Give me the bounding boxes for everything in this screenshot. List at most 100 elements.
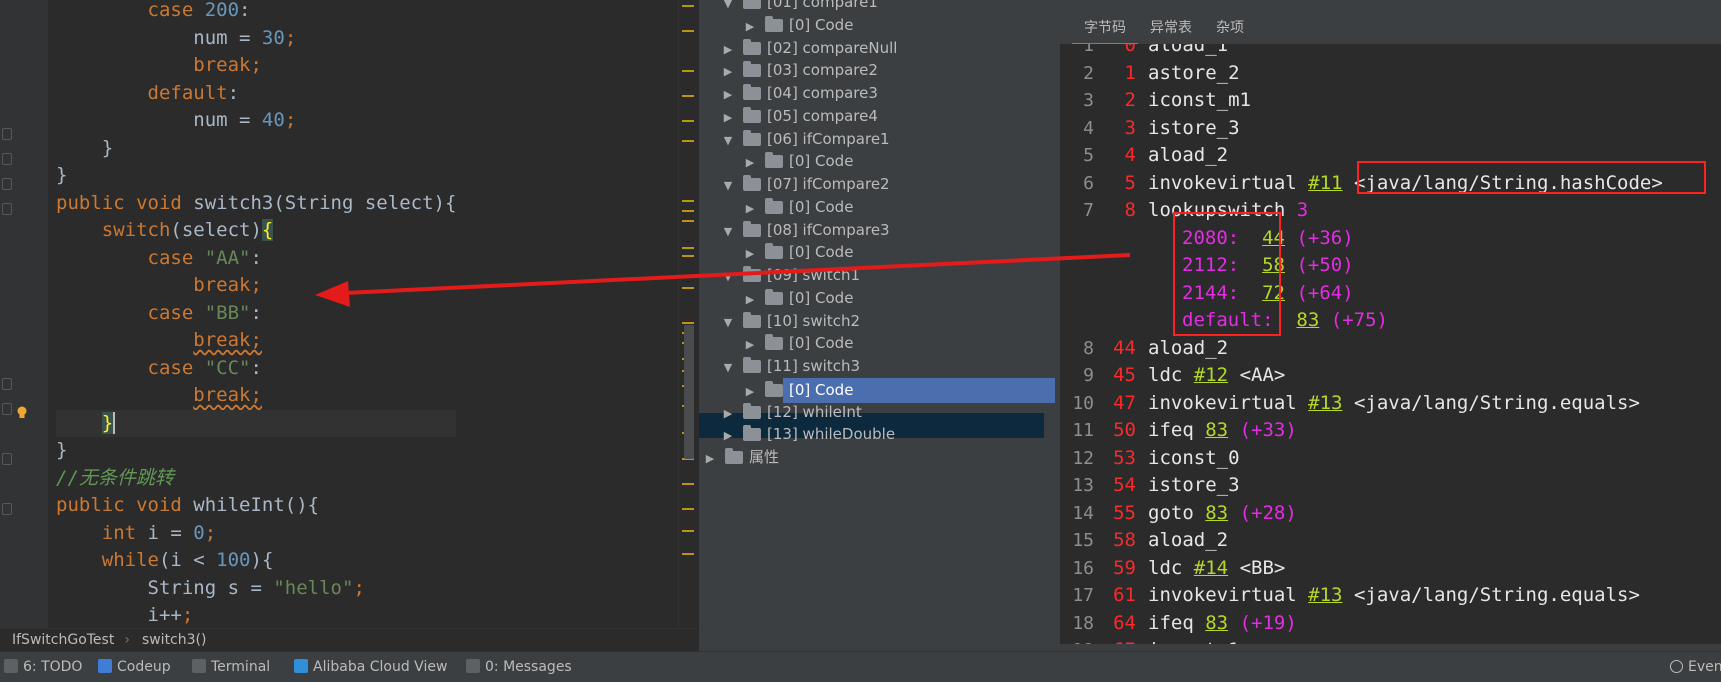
code-line[interactable]: break; (56, 272, 456, 300)
bytecode-view[interactable]: 1 0 aload_1 2 1 astore_2 3 2 iconst_m1 4 3 istore_3… (1060, 44, 1721, 644)
expand-arrow-icon[interactable]: ▶ (703, 448, 717, 470)
stripe-marker[interactable] (682, 210, 694, 212)
expand-arrow-icon[interactable]: ▶ (721, 84, 735, 106)
tree-node-code[interactable]: ▶ [0] Code (743, 332, 853, 354)
expand-arrow-icon[interactable]: ▶ (743, 381, 757, 403)
stripe-marker[interactable] (682, 553, 694, 555)
collapse-arrow-icon[interactable]: ▼ (721, 266, 735, 288)
expand-arrow-icon[interactable]: ▶ (721, 425, 735, 447)
code-line[interactable]: } (56, 135, 456, 163)
expand-arrow-icon[interactable]: ▶ (743, 289, 757, 311)
code-line[interactable]: case "CC": (56, 355, 456, 383)
stripe-marker[interactable] (682, 95, 694, 97)
fold-icon[interactable] (2, 153, 12, 165)
tree-node[interactable]: ▶ [02] compareNull (721, 37, 897, 59)
code-line[interactable]: public void switch3(String select){ (56, 190, 456, 218)
expand-arrow-icon[interactable]: ▶ (743, 152, 757, 174)
terminal-tool-button[interactable]: Terminal (192, 652, 270, 682)
stripe-marker[interactable] (682, 140, 694, 142)
tree-node-code[interactable]: ▶ [0] Code (743, 287, 853, 309)
code-line[interactable]: } (56, 409, 457, 437)
fold-icon[interactable] (2, 203, 12, 215)
tree-node[interactable]: ▶ 属性 (703, 446, 779, 468)
fold-icon[interactable] (2, 128, 12, 140)
stripe-marker[interactable] (682, 483, 694, 485)
tab-bytecode[interactable]: 字节码 (1072, 14, 1138, 46)
expand-arrow-icon[interactable]: ▶ (743, 198, 757, 220)
collapse-arrow-icon[interactable]: ▼ (721, 130, 735, 152)
collapse-arrow-icon[interactable]: ▼ (721, 312, 735, 334)
code-line[interactable]: num = 40; (56, 107, 456, 135)
tree-node[interactable]: ▶ [03] compare2 (721, 59, 878, 81)
constant-ref-link[interactable]: 83 (1205, 502, 1228, 524)
tree-node-code[interactable]: ▶ [0] Code (743, 150, 853, 172)
tree-node-code[interactable]: ▶ [0] Code (743, 241, 853, 263)
tree-node[interactable]: ▼ [11] switch3 (721, 355, 860, 377)
expand-arrow-icon[interactable]: ▶ (721, 107, 735, 129)
tree-node-code[interactable]: ▶ [0] Code (743, 14, 853, 36)
fold-icon[interactable] (2, 178, 12, 190)
fold-icon[interactable] (2, 453, 12, 465)
breadcrumb-file[interactable]: IfSwitchGoTest (12, 632, 114, 648)
stripe-marker[interactable] (682, 200, 694, 202)
code-line[interactable]: case 200: (56, 0, 456, 25)
code-line[interactable]: num = 30; (56, 25, 456, 53)
code-line[interactable]: break; (56, 382, 456, 410)
todo-tool-button[interactable]: 6: TODO (4, 652, 82, 682)
tree-node[interactable]: ▼ [01] compare1 (721, 0, 878, 13)
constant-ref-link[interactable]: #14 (1194, 557, 1228, 579)
stripe-marker[interactable] (682, 508, 694, 510)
tree-node[interactable]: ▶ [13] whileDouble (721, 423, 895, 445)
lightbulb-icon[interactable] (16, 406, 28, 420)
code-line[interactable]: //无条件跳转 (56, 465, 456, 493)
expand-arrow-icon[interactable]: ▶ (743, 243, 757, 265)
code-line[interactable]: while(i < 100){ (56, 547, 456, 575)
editor-scrollbar-thumb[interactable] (684, 325, 694, 459)
code-line[interactable]: case "AA": (56, 245, 456, 273)
expand-arrow-icon[interactable]: ▶ (721, 61, 735, 83)
tree-node[interactable]: ▶ [05] compare4 (721, 105, 878, 127)
stripe-marker[interactable] (682, 322, 694, 324)
collapse-arrow-icon[interactable]: ▼ (721, 357, 735, 379)
breadcrumb-method[interactable]: switch3() (142, 632, 207, 648)
code-line[interactable]: int i = 0; (56, 520, 456, 548)
stripe-marker[interactable] (682, 70, 694, 72)
stripe-marker[interactable] (682, 530, 694, 532)
collapse-arrow-icon[interactable]: ▼ (721, 175, 735, 197)
constant-ref-link[interactable]: #13 (1308, 392, 1342, 414)
code-line[interactable]: break; (56, 327, 456, 355)
tree-node[interactable]: ▼ [09] switch1 (721, 264, 860, 286)
tree-node[interactable]: ▼ [10] switch2 (721, 310, 860, 332)
stripe-marker[interactable] (682, 30, 694, 32)
expand-arrow-icon[interactable]: ▶ (743, 16, 757, 38)
constant-ref-link[interactable]: #12 (1194, 364, 1228, 386)
class-structure-tree[interactable]: ▼ [01] compare1 ▶ [0] Code ▶ [02] compareNull… (698, 0, 1061, 651)
event-log-button[interactable]: Even (1670, 652, 1721, 682)
constant-ref-link[interactable]: 83 (1205, 612, 1228, 634)
code-line[interactable]: } (56, 162, 456, 190)
tree-node-code[interactable]: ▶ [0] Code (743, 196, 853, 218)
constant-ref-link[interactable]: #13 (1308, 584, 1342, 606)
messages-tool-button[interactable]: 0: Messages (466, 652, 572, 682)
tree-node[interactable]: ▼ [08] ifCompare3 (721, 219, 890, 241)
code-line[interactable]: i++; (56, 602, 456, 630)
stripe-marker[interactable] (682, 287, 694, 289)
code-line[interactable]: default: (56, 80, 456, 108)
code-line[interactable]: public void whileInt(){ (56, 492, 456, 520)
code-line[interactable]: } (56, 437, 456, 465)
fold-icon[interactable] (2, 403, 12, 415)
tree-node[interactable]: ▼ [06] ifCompare1 (721, 128, 890, 150)
tab-misc[interactable]: 杂项 (1204, 14, 1256, 43)
codeup-tool-button[interactable]: Codeup (98, 652, 171, 682)
stripe-marker[interactable] (682, 220, 694, 222)
code-line[interactable]: case "BB": (56, 300, 456, 328)
expand-arrow-icon[interactable]: ▶ (721, 403, 735, 425)
tree-node[interactable]: ▼ [07] ifCompare2 (721, 173, 890, 195)
constant-ref-link[interactable]: #11 (1308, 172, 1342, 194)
alibaba-cloud-view-button[interactable]: Alibaba Cloud View (294, 652, 447, 682)
tree-node-code[interactable]: ▶ [0] Code (743, 377, 1055, 403)
stripe-marker[interactable] (682, 120, 694, 122)
fold-icon[interactable] (2, 378, 12, 390)
error-stripe[interactable] (678, 0, 697, 630)
expand-arrow-icon[interactable]: ▶ (743, 334, 757, 356)
